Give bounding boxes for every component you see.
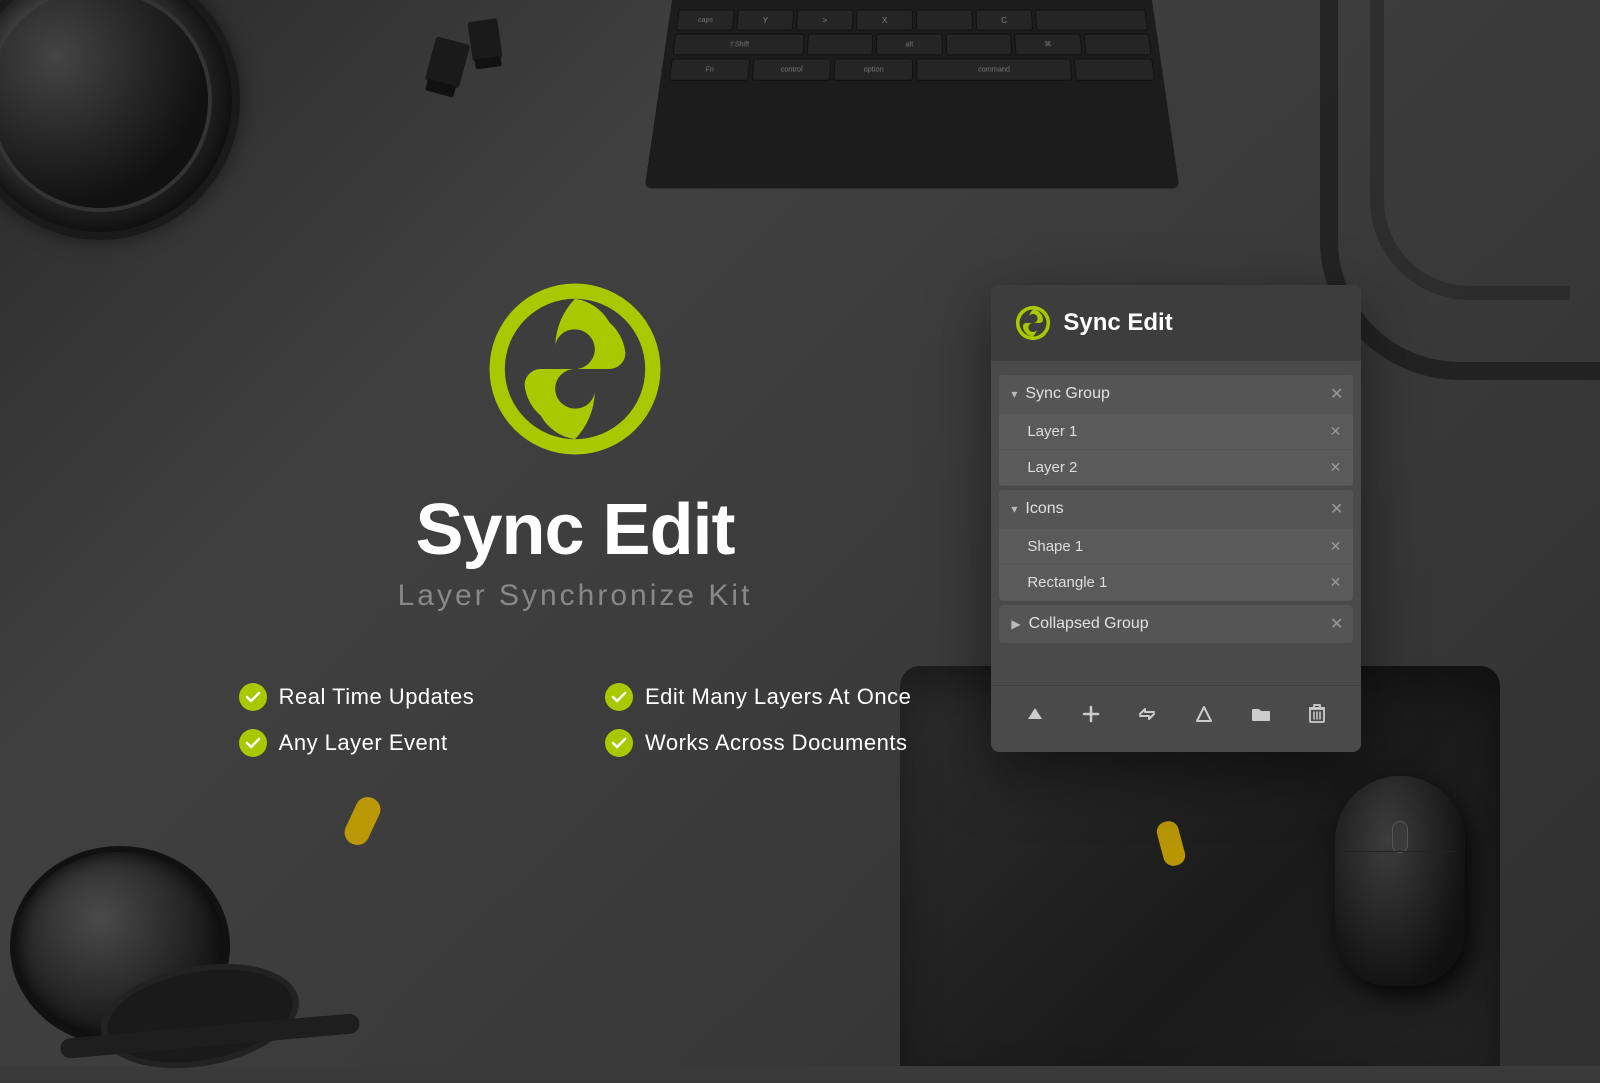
sync-edit-panel: Sync Edit ▾ Sync Group ✕ Layer 1 ✕ Layer… xyxy=(991,285,1361,752)
feature-item-3: Any Layer Event xyxy=(239,729,545,757)
layer-item-2[interactable]: Layer 2 ✕ xyxy=(999,450,1353,485)
group-arrow-collapsed: ▶ xyxy=(1011,617,1020,631)
toolbar-sync-btn[interactable] xyxy=(1129,701,1165,727)
toolbar-shape-btn[interactable] xyxy=(1187,701,1221,727)
feature-text-2: Edit Many Layers At Once xyxy=(645,684,911,710)
layer-name-3: Shape 1 xyxy=(1027,538,1329,555)
layer-name-4: Rectangle 1 xyxy=(1027,574,1329,591)
group-arrow-icons: ▾ xyxy=(1011,502,1017,516)
group-close-collapsed[interactable]: ✕ xyxy=(1330,614,1343,634)
feature-text-1: Real Time Updates xyxy=(279,684,475,710)
panel-title: Sync Edit xyxy=(1063,309,1172,337)
left-section: S Sync Edit Layer Synchroniz xyxy=(239,279,912,757)
check-icon-1 xyxy=(239,683,267,711)
check-icon-4 xyxy=(605,729,633,757)
layer-item-1[interactable]: Layer 1 ✕ xyxy=(999,414,1353,449)
group-close-icons[interactable]: ✕ xyxy=(1330,499,1343,519)
toolbar-add-btn[interactable] xyxy=(1074,701,1108,727)
feature-item-1: Real Time Updates xyxy=(239,683,545,711)
layer-item-4[interactable]: Rectangle 1 ✕ xyxy=(999,565,1353,600)
group-header-collapsed[interactable]: ▶ Collapsed Group ✕ xyxy=(999,605,1353,643)
group-header-sync[interactable]: ▾ Sync Group ✕ xyxy=(999,375,1353,413)
group-header-icons[interactable]: ▾ Icons ✕ xyxy=(999,490,1353,528)
logo-svg xyxy=(485,279,665,459)
panel-spacer xyxy=(991,647,1361,677)
panel-header: Sync Edit xyxy=(991,285,1361,361)
main-content: S Sync Edit Layer Synchroniz xyxy=(0,0,1600,1066)
layer-group-sync: ▾ Sync Group ✕ Layer 1 ✕ Layer 2 ✕ xyxy=(999,375,1353,486)
panel-body: ▾ Sync Group ✕ Layer 1 ✕ Layer 2 ✕ ▾ Ico… xyxy=(991,361,1361,752)
feature-text-3: Any Layer Event xyxy=(279,730,448,756)
layer-name-2: Layer 2 xyxy=(1027,459,1329,476)
layer-item-3[interactable]: Shape 1 ✕ xyxy=(999,529,1353,564)
layer-close-1[interactable]: ✕ xyxy=(1330,423,1342,440)
toolbar-folder-btn[interactable] xyxy=(1243,701,1279,727)
panel-logo-icon xyxy=(1015,305,1051,341)
feature-item-4: Works Across Documents xyxy=(605,729,911,757)
app-subtitle: Layer Synchronize Kit xyxy=(398,579,753,613)
layer-group-collapsed: ▶ Collapsed Group ✕ xyxy=(999,605,1353,643)
layer-name-1: Layer 1 xyxy=(1027,423,1329,440)
layer-close-3[interactable]: ✕ xyxy=(1330,538,1342,555)
app-title: Sync Edit xyxy=(415,489,734,571)
panel-toolbar xyxy=(991,685,1361,742)
group-name-collapsed: Collapsed Group xyxy=(1029,615,1342,633)
group-close-sync[interactable]: ✕ xyxy=(1330,384,1343,404)
layer-close-2[interactable]: ✕ xyxy=(1330,459,1342,476)
feature-text-4: Works Across Documents xyxy=(645,730,907,756)
group-name-icons: Icons xyxy=(1025,500,1341,518)
layer-group-icons: ▾ Icons ✕ Shape 1 ✕ Rectangle 1 ✕ xyxy=(999,490,1353,601)
check-icon-2 xyxy=(605,683,633,711)
logo-wrapper xyxy=(485,279,665,459)
feature-item-2: Edit Many Layers At Once xyxy=(605,683,911,711)
toolbar-move-up-btn[interactable] xyxy=(1018,701,1052,727)
group-arrow-sync: ▾ xyxy=(1011,387,1017,401)
toolbar-delete-btn[interactable] xyxy=(1300,700,1334,728)
features-list: Real Time Updates Edit Many Layers At On… xyxy=(239,683,912,757)
group-name-sync: Sync Group xyxy=(1025,385,1341,403)
layer-close-4[interactable]: ✕ xyxy=(1330,574,1342,591)
check-icon-3 xyxy=(239,729,267,757)
